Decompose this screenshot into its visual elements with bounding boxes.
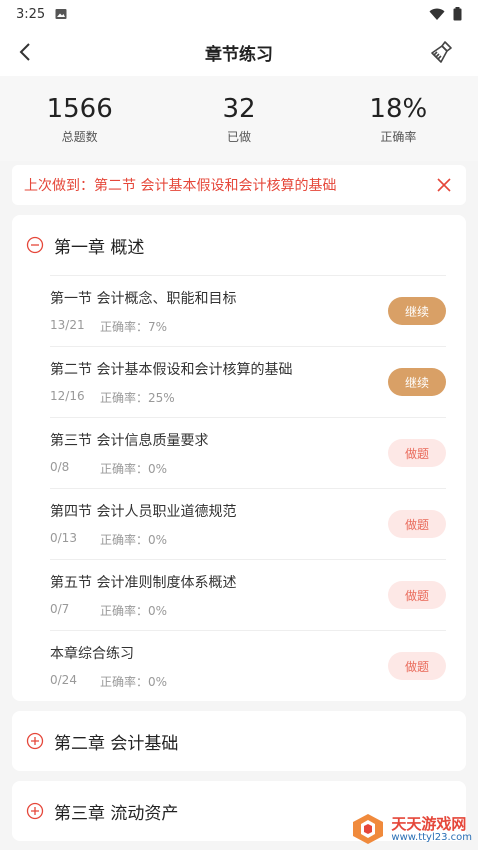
last-progress-text: 上次做到：第二节 会计基本假设和会计核算的基础 [24,178,337,194]
stat-accuracy: 18% 正确率 [319,94,477,145]
section-count: 0/8 [50,459,70,474]
stat-label: 已做 [226,130,251,144]
section-list: 第一节 会计概念、职能和目标 13/21 正确率：7% 继续 第二节 会计基本假… [50,275,446,701]
watermark-title: 天天游戏网 [391,814,467,833]
section-name: 第一节 会计概念、职能和目标 [50,290,237,307]
section-row[interactable]: 第三节 会计信息质量要求 0/8 正确率：0% 做题 [50,417,446,488]
section-meta: 0/8 正确率：0% [50,460,388,477]
section-rate: 正确率：0% [100,603,168,618]
stat-done: 32 已做 [160,94,318,145]
section-meta: 0/13 正确率：0% [50,531,388,548]
chapter-card-1: 第一章 概述 第一节 会计概念、职能和目标 13/21 正确率：7% 继续 第二… [12,215,466,701]
back-arrow-icon[interactable] [14,40,38,64]
image-icon [55,9,67,19]
close-icon[interactable] [434,175,454,195]
stat-label: 正确率 [380,130,417,144]
status-time: 3:25 [16,6,46,22]
watermark-url: www.ttyl23.com [391,831,472,843]
section-info: 第二节 会计基本假设和会计核算的基础 12/16 正确率：25% [50,359,388,406]
stat-value: 18% [369,94,428,124]
chapter-header[interactable]: 第一章 概述 [12,215,466,275]
watermark: 天天游戏网 www.ttyl23.com [351,812,472,846]
page-title: 章节练习 [205,44,273,65]
section-rate: 正确率：25% [100,390,175,405]
stat-value: 32 [222,94,256,124]
chapter-title: 第一章 概述 [54,237,145,258]
section-rate: 正确率：0% [100,532,168,547]
section-count: 0/24 [50,672,77,687]
section-count: 0/13 [50,530,77,545]
expand-icon [26,802,44,820]
section-name: 第四节 会计人员职业道德规范 [50,503,237,520]
section-count: 13/21 [50,317,85,332]
section-meta: 0/24 正确率：0% [50,673,388,690]
expand-icon [26,732,44,750]
last-progress-banner[interactable]: 上次做到：第二节 会计基本假设和会计核算的基础 [12,165,466,205]
chapter-title: 第二章 会计基础 [54,733,179,754]
section-row[interactable]: 第二节 会计基本假设和会计核算的基础 12/16 正确率：25% 继续 [50,346,446,417]
section-info: 第五节 会计准则制度体系概述 0/7 正确率：0% [50,572,388,619]
section-rate: 正确率：0% [100,674,168,689]
section-info: 第三节 会计信息质量要求 0/8 正确率：0% [50,430,388,477]
section-meta: 13/21 正确率：7% [50,318,388,335]
stats-panel: 1566 总题数 32 已做 18% 正确率 [0,76,478,161]
stat-value: 1566 [46,94,113,124]
section-rate: 正确率：0% [100,461,168,476]
section-meta: 0/7 正确率：0% [50,602,388,619]
continue-button[interactable]: 继续 [388,297,446,325]
practice-button[interactable]: 做题 [388,439,446,467]
watermark-text: 天天游戏网 www.ttyl23.com [391,816,472,843]
app-header: 章节练习 [0,28,478,76]
section-rate: 正确率：7% [100,319,168,334]
section-name: 第五节 会计准则制度体系概述 [50,574,237,591]
stat-total: 1566 总题数 [1,94,159,145]
practice-button[interactable]: 做题 [388,652,446,680]
section-name: 本章综合练习 [50,645,134,662]
section-meta: 12/16 正确率：25% [50,389,388,406]
section-row[interactable]: 本章综合练习 0/24 正确率：0% 做题 [50,630,446,701]
collapse-icon [26,236,44,254]
stat-label: 总题数 [61,130,98,144]
section-row[interactable]: 第一节 会计概念、职能和目标 13/21 正确率：7% 继续 [50,275,446,346]
section-row[interactable]: 第四节 会计人员职业道德规范 0/13 正确率：0% 做题 [50,488,446,559]
chapter-title: 第三章 流动资产 [54,803,179,824]
practice-button[interactable]: 做题 [388,510,446,538]
section-name: 第三节 会计信息质量要求 [50,432,209,449]
section-row[interactable]: 第五节 会计准则制度体系概述 0/7 正确率：0% 做题 [50,559,446,630]
wifi-icon [429,8,445,20]
status-bar: 3:25 [0,0,478,28]
practice-button[interactable]: 做题 [388,581,446,609]
continue-button[interactable]: 继续 [388,368,446,396]
chapter-header[interactable]: 第二章 会计基础 [12,711,466,771]
section-info: 第四节 会计人员职业道德规范 0/13 正确率：0% [50,501,388,548]
section-info: 本章综合练习 0/24 正确率：0% [50,643,388,690]
section-info: 第一节 会计概念、职能和目标 13/21 正确率：7% [50,288,388,335]
section-count: 0/7 [50,601,70,616]
section-name: 第二节 会计基本假设和会计核算的基础 [50,361,293,378]
chapter-card-2: 第二章 会计基础 [12,711,466,771]
watermark-logo-icon [353,814,384,844]
section-count: 12/16 [50,388,85,403]
broom-icon[interactable] [428,38,456,66]
battery-icon [453,7,462,21]
